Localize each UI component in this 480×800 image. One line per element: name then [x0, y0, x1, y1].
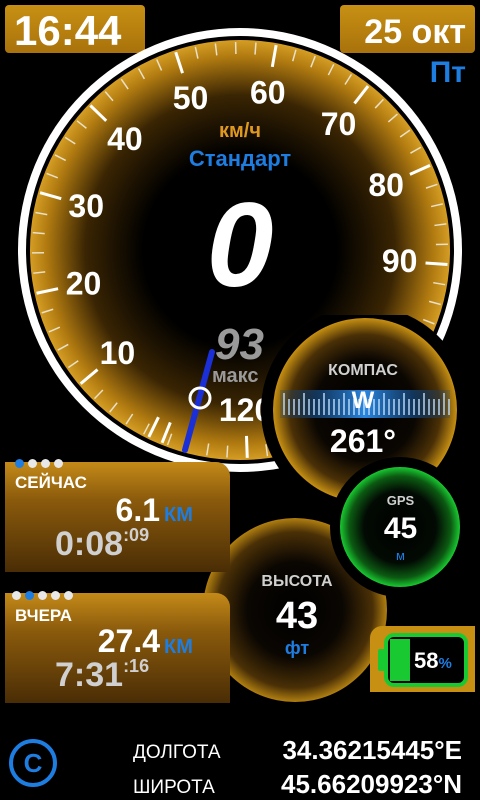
speed-mode[interactable]: Стандарт	[165, 146, 315, 172]
weekday-label: Пт	[429, 56, 466, 89]
today-page-dots[interactable]	[15, 455, 67, 473]
speed-tick-label: 50	[173, 80, 209, 116]
speed-tick-label: 20	[66, 265, 102, 301]
page-dot	[15, 459, 24, 468]
gps-accuracy: 45	[383, 512, 418, 545]
speed-tick	[32, 231, 45, 235]
clock-time: 16:44	[14, 7, 122, 54]
latitude-value: 45.66209923°N	[281, 769, 462, 799]
speed-unit: км/ч	[219, 120, 261, 142]
today-distance: 6.1	[115, 492, 160, 528]
longitude-label: ДОЛГОТА	[133, 742, 221, 763]
date-label: 25 окт	[364, 8, 466, 56]
page-dot	[54, 459, 63, 468]
speed-tick-label: 40	[107, 121, 143, 157]
page-dot	[38, 591, 47, 600]
copyright-icon[interactable]: C	[9, 739, 57, 787]
gps-label: GPS	[386, 493, 415, 508]
yesterday-time-seconds: :16	[123, 656, 150, 676]
today-distance-unit: КМ	[164, 504, 193, 526]
yesterday-distance-unit: КМ	[164, 636, 193, 658]
speed-tick-label: 70	[321, 106, 357, 142]
battery-percent-sign: %	[438, 655, 452, 672]
altitude-value: 43	[275, 595, 319, 637]
yesterday-time-main: 7:31	[55, 656, 124, 694]
gps-unit: м	[396, 548, 405, 563]
page-dot	[64, 591, 73, 600]
yesterday-distance: 27.4	[97, 623, 160, 659]
date-text: 25 окт	[364, 13, 466, 51]
compass-label: КОМПАС	[328, 362, 398, 379]
yesterday-page-dots[interactable]	[12, 587, 77, 605]
today-time-seconds: :09	[123, 525, 150, 545]
speed-tick	[425, 261, 448, 267]
speed-tick	[254, 42, 257, 55]
today-label: СЕЙЧАС	[15, 473, 87, 492]
compass-direction: W	[351, 387, 375, 414]
speed-tick-label: 10	[100, 335, 136, 371]
speed-tick	[244, 435, 249, 458]
latitude-label: ШИРОТА	[133, 777, 215, 798]
speed-tick-label: 80	[368, 167, 404, 203]
yesterday-label: ВЧЕРА	[15, 606, 73, 625]
yesterday-time: 7:31:16	[55, 656, 149, 695]
longitude-value: 34.36215445°E	[282, 735, 462, 765]
page-dot	[25, 591, 34, 600]
today-time-main: 0:08	[55, 525, 124, 563]
max-label: макс	[212, 365, 259, 387]
page-dot	[41, 459, 50, 468]
max-speed: 93	[215, 320, 264, 369]
today-time: 0:08:09	[55, 525, 149, 564]
speed-tick-label: 60	[250, 74, 286, 110]
battery-percent-value: 58	[414, 648, 439, 673]
current-speed: 0	[206, 178, 274, 312]
altitude-unit: фт	[284, 638, 310, 658]
battery-percent: 58%	[414, 648, 452, 674]
page-dot	[28, 459, 37, 468]
speed-tick	[226, 445, 229, 458]
speed-tick-label: 90	[382, 243, 418, 279]
speed-tick-label: 30	[68, 188, 104, 224]
page-dot	[51, 591, 60, 600]
page-dot	[12, 591, 21, 600]
